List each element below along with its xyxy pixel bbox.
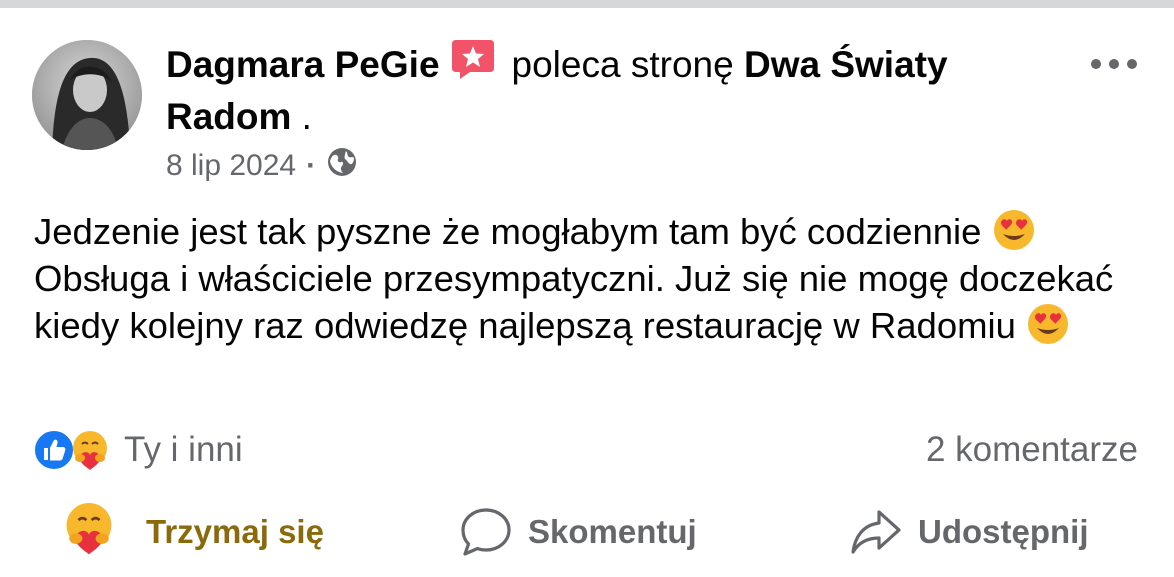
care-icon <box>68 428 112 472</box>
reaction-summary-text: Ty i inni <box>124 430 243 469</box>
comment-icon <box>461 508 511 556</box>
heart-eyes-emoji-icon <box>1026 302 1070 346</box>
care-icon <box>60 499 132 565</box>
post-meta: 8 lip 2024 · <box>166 146 358 186</box>
comment-button[interactable]: Skomentuj <box>458 500 697 564</box>
post-header: Dagmara PeGie poleca stronę Dwa Światy Rad… <box>166 38 1046 141</box>
author-name[interactable]: Dagmara PeGie <box>166 44 440 85</box>
top-divider <box>0 0 1174 8</box>
action-text: poleca stronę <box>511 44 734 85</box>
heart-eyes-emoji-icon <box>992 208 1036 252</box>
reaction-summary[interactable]: Ty i inni <box>32 426 243 474</box>
meta-separator: · <box>306 149 317 182</box>
more-options-icon[interactable] <box>1086 52 1142 76</box>
share-button-label: Udostępnij <box>918 513 1089 550</box>
share-button[interactable]: Udostępnij <box>848 500 1089 564</box>
avatar[interactable] <box>32 40 142 150</box>
recommend-badge-icon <box>450 38 496 92</box>
page-suffix: . <box>291 96 312 137</box>
react-button-label: Trzymaj się <box>146 513 324 550</box>
share-icon <box>851 510 901 554</box>
post-date[interactable]: 8 lip 2024 <box>166 149 296 183</box>
react-button[interactable]: Trzymaj się <box>60 500 324 564</box>
comment-button-label: Skomentuj <box>528 513 697 550</box>
post-text: Jedzenie jest tak pyszne że mogłabym tam… <box>34 208 1154 349</box>
globe-icon <box>326 146 358 186</box>
comments-count[interactable]: 2 komentarze <box>926 426 1138 474</box>
